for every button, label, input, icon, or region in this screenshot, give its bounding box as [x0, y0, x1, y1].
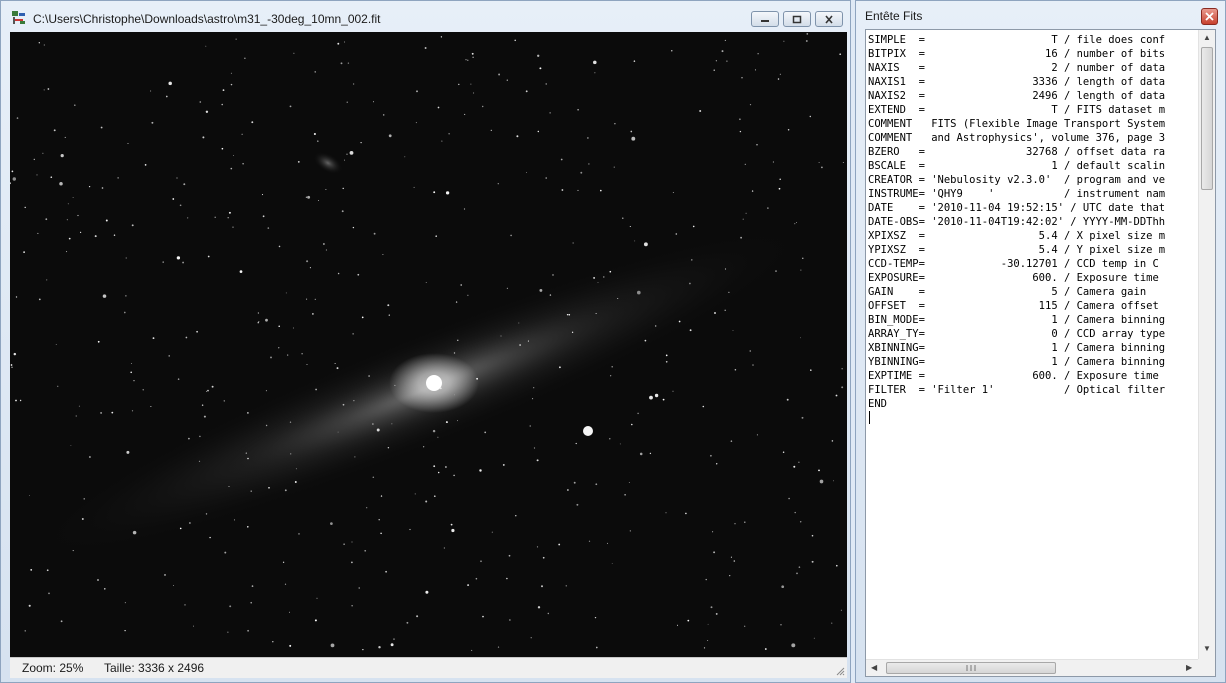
app-icon — [12, 11, 26, 25]
fits-header-line: NAXIS1 = 3336 / length of data — [868, 76, 1166, 88]
fits-image-canvas[interactable] — [10, 32, 847, 657]
fits-header-line: YBINNING= 1 / Camera binning — [868, 356, 1166, 368]
grip-icon — [966, 665, 976, 671]
horizontal-scrollbar[interactable]: ◀ ▶ — [866, 659, 1199, 676]
fits-header-line: BITPIX = 16 / number of bits — [868, 48, 1166, 60]
fits-header-line: BIN_MODE= 1 / Camera binning — [868, 314, 1166, 326]
header-window-title: Entête Fits — [865, 9, 923, 23]
window-title: C:\Users\Christophe\Downloads\astro\m31_… — [33, 12, 381, 26]
zoom-level: Zoom: 25% — [22, 661, 84, 675]
fits-header-line: COMMENT and Astrophysics', volume 376, p… — [868, 132, 1166, 144]
fits-header-line: ARRAY_TY= 0 / CCD array type — [868, 328, 1166, 340]
fits-header-line: YPIXSZ = 5.4 / Y pixel size m — [868, 244, 1166, 256]
scroll-down-icon[interactable]: ▼ — [1203, 645, 1211, 653]
fits-header-line: GAIN = 5 / Camera gain — [868, 286, 1147, 298]
fits-header-line: XBINNING= 1 / Camera binning — [868, 342, 1166, 354]
close-icon — [825, 14, 833, 24]
vertical-scrollbar[interactable]: ▲ ▼ — [1198, 30, 1215, 659]
image-window-titlebar[interactable]: C:\Users\Christophe\Downloads\astro\m31_… — [1, 1, 850, 33]
resize-grip-icon[interactable] — [835, 666, 845, 676]
scrollbar-corner — [1198, 659, 1215, 676]
fits-header-line: INSTRUME= 'QHY9 ' / instrument nam — [868, 188, 1166, 200]
fits-header-line: EXPTIME = 600. / Exposure time — [868, 370, 1159, 382]
fits-header-line: NAXIS = 2 / number of data — [868, 62, 1166, 74]
fits-header-line: END — [868, 398, 887, 410]
image-window: C:\Users\Christophe\Downloads\astro\m31_… — [0, 0, 851, 683]
fits-header-line: EXPOSURE= 600. / Exposure time — [868, 272, 1159, 284]
fits-header-line: OFFSET = 115 / Camera offset — [868, 300, 1159, 312]
fits-header-line: SIMPLE = T / file does conf — [868, 34, 1166, 46]
fits-header-line: BZERO = 32768 / offset data ra — [868, 146, 1166, 158]
fits-header-line: DATE = '2010-11-04 19:52:15' / UTC date … — [868, 202, 1166, 214]
fits-header-line: BSCALE = 1 / default scalin — [868, 160, 1166, 172]
fits-header-line: NAXIS2 = 2496 / length of data — [868, 90, 1166, 102]
close-icon — [1205, 12, 1214, 21]
horizontal-scroll-thumb[interactable] — [886, 662, 1056, 674]
fits-header-window: Entête Fits SIMPLE = T / file does conf … — [855, 0, 1226, 683]
fits-header-line: DATE-OBS= '2010-11-04T19:42:02' / YYYY-M… — [868, 216, 1166, 228]
status-bar: Zoom: 25% Taille: 3336 x 2496 — [10, 657, 847, 678]
fits-header-line: XPIXSZ = 5.4 / X pixel size m — [868, 230, 1166, 242]
fits-header-line: CREATOR = 'Nebulosity v2.3.0' / program … — [868, 174, 1166, 186]
vertical-scroll-thumb[interactable] — [1201, 47, 1213, 190]
scroll-up-icon[interactable]: ▲ — [1203, 34, 1211, 42]
fits-header-line: EXTEND = T / FITS dataset m — [868, 104, 1166, 116]
maximize-button[interactable] — [783, 11, 811, 27]
fits-header-lines: SIMPLE = T / file does conf BITPIX = 16 … — [868, 33, 1198, 653]
m31-galaxy-image — [10, 33, 844, 651]
minimize-button[interactable] — [751, 11, 779, 27]
fits-header-line: FILTER = 'Filter 1' / Optical filter — [868, 384, 1166, 396]
scroll-left-icon[interactable]: ◀ — [871, 664, 877, 672]
maximize-icon — [792, 15, 802, 23]
minimize-icon — [761, 20, 769, 22]
scroll-right-icon[interactable]: ▶ — [1186, 664, 1192, 672]
fits-header-line: CCD-TEMP= -30.12701 / CCD temp in C — [868, 258, 1159, 270]
header-close-button[interactable] — [1201, 8, 1218, 25]
fits-header-line: COMMENT FITS (Flexible Image Transport S… — [868, 118, 1166, 130]
image-size: Taille: 3336 x 2496 — [104, 661, 205, 675]
text-caret — [869, 411, 870, 424]
close-button[interactable] — [815, 11, 843, 27]
fits-header-textbox[interactable]: SIMPLE = T / file does conf BITPIX = 16 … — [865, 29, 1216, 677]
